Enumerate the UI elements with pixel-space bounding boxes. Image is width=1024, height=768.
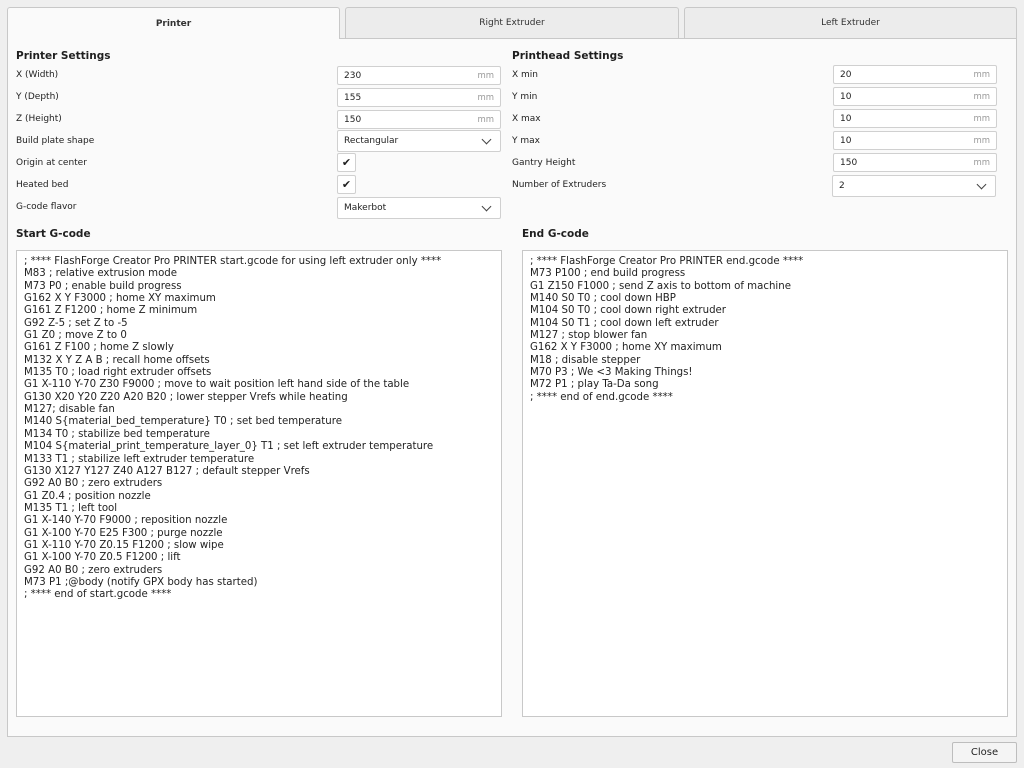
- z-height-label: Z (Height): [16, 114, 62, 124]
- heated-bed-label: Heated bed: [16, 180, 69, 190]
- gcode-flavor-value: Makerbot: [344, 203, 387, 213]
- start-gcode-heading: Start G-code: [16, 228, 91, 240]
- chevron-down-icon: [481, 201, 492, 211]
- build-plate-shape-value: Rectangular: [344, 136, 399, 146]
- chevron-down-icon: [976, 179, 987, 189]
- tab-left-extruder[interactable]: Left Extruder: [684, 7, 1017, 38]
- x-width-label: X (Width): [16, 70, 59, 80]
- printhead-settings-heading: Printhead Settings: [512, 50, 624, 62]
- y-min-input[interactable]: 10 mm: [833, 87, 997, 106]
- y-max-input[interactable]: 10 mm: [833, 131, 997, 150]
- chevron-down-icon: [481, 134, 492, 144]
- number-of-extruders-value: 2: [839, 181, 845, 191]
- x-min-label: X min: [512, 70, 538, 80]
- x-max-label: X max: [512, 114, 541, 124]
- x-max-value: 10: [840, 113, 852, 124]
- gantry-height-value: 150: [840, 157, 858, 168]
- unit-label: mm: [973, 135, 990, 146]
- x-min-value: 20: [840, 69, 852, 80]
- build-plate-shape-select[interactable]: Rectangular: [337, 130, 501, 152]
- number-of-extruders-select[interactable]: 2: [832, 175, 996, 197]
- unit-label: mm: [973, 113, 990, 124]
- y-depth-label: Y (Depth): [16, 92, 59, 102]
- tab-right-extruder[interactable]: Right Extruder: [345, 7, 679, 38]
- unit-label: mm: [477, 114, 494, 125]
- gcode-flavor-select[interactable]: Makerbot: [337, 197, 501, 219]
- z-height-value: 150: [344, 114, 362, 125]
- x-min-input[interactable]: 20 mm: [833, 65, 997, 84]
- build-plate-shape-label: Build plate shape: [16, 136, 95, 146]
- y-min-label: Y min: [512, 92, 538, 102]
- start-gcode-textarea[interactable]: ; **** FlashForge Creator Pro PRINTER st…: [16, 250, 502, 717]
- x-width-input[interactable]: 230 mm: [337, 66, 501, 85]
- checkmark-icon: ✔: [341, 156, 352, 169]
- unit-label: mm: [973, 69, 990, 80]
- x-max-input[interactable]: 10 mm: [833, 109, 997, 128]
- origin-at-center-label: Origin at center: [16, 158, 87, 168]
- x-width-value: 230: [344, 70, 362, 81]
- y-max-value: 10: [840, 135, 852, 146]
- z-height-input[interactable]: 150 mm: [337, 110, 501, 129]
- heated-bed-checkbox[interactable]: ✔: [337, 175, 356, 194]
- end-gcode-textarea[interactable]: ; **** FlashForge Creator Pro PRINTER en…: [522, 250, 1008, 717]
- gcode-flavor-label: G-code flavor: [16, 202, 77, 212]
- close-button[interactable]: Close: [952, 742, 1017, 763]
- y-depth-value: 155: [344, 92, 362, 103]
- y-max-label: Y max: [512, 136, 540, 146]
- origin-at-center-checkbox[interactable]: ✔: [337, 153, 356, 172]
- unit-label: mm: [477, 92, 494, 103]
- y-min-value: 10: [840, 91, 852, 102]
- y-depth-input[interactable]: 155 mm: [337, 88, 501, 107]
- tab-printer[interactable]: Printer: [7, 7, 340, 39]
- unit-label: mm: [477, 70, 494, 81]
- end-gcode-heading: End G-code: [522, 228, 589, 240]
- printer-settings-heading: Printer Settings: [16, 50, 111, 62]
- unit-label: mm: [973, 91, 990, 102]
- gantry-height-input[interactable]: 150 mm: [833, 153, 997, 172]
- gantry-height-label: Gantry Height: [512, 158, 576, 168]
- number-of-extruders-label: Number of Extruders: [512, 180, 607, 190]
- unit-label: mm: [973, 157, 990, 168]
- checkmark-icon: ✔: [341, 178, 352, 191]
